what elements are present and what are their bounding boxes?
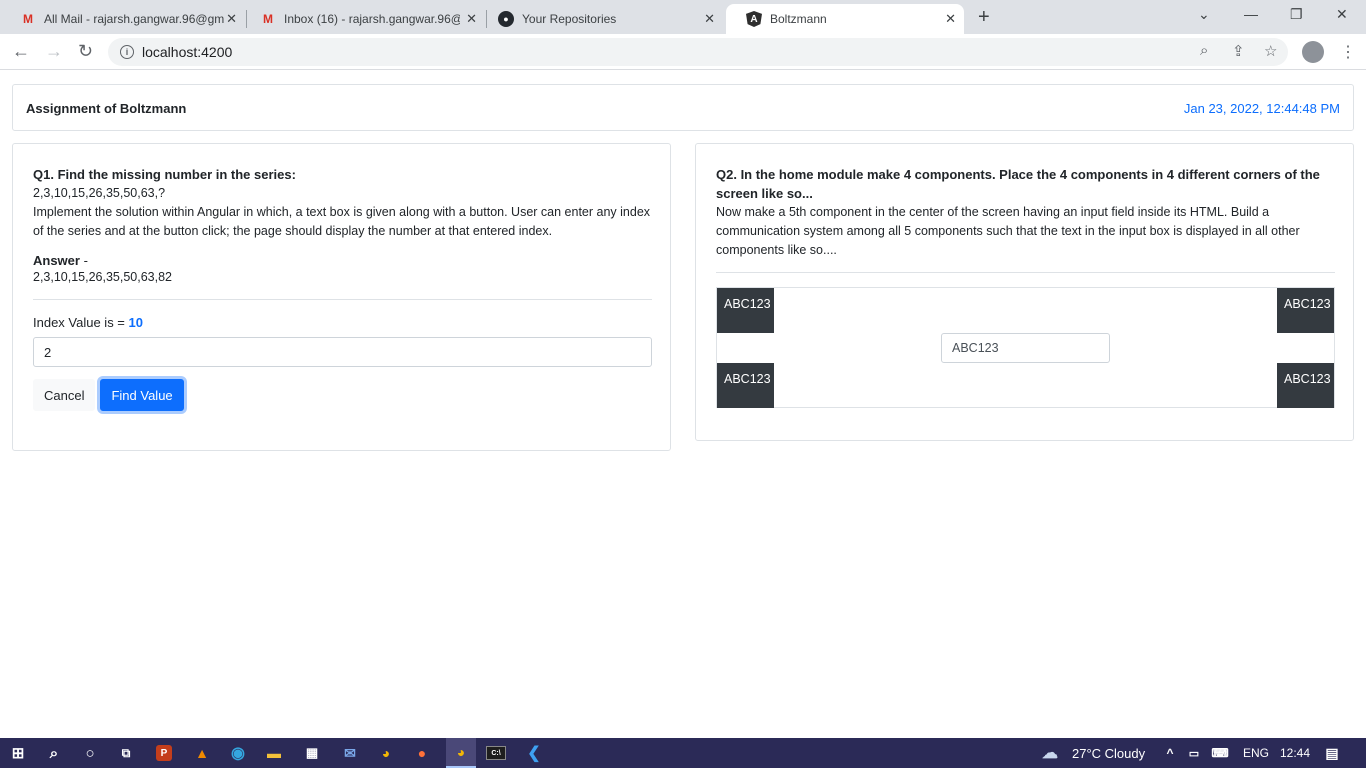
browser-toolbar: ← → ↻ i localhost:4200 ⌕ ⇪ ☆ ⋮: [0, 34, 1366, 70]
corner-top-left: ABC123: [717, 288, 774, 333]
divider: [716, 272, 1335, 273]
current-datetime: Jan 23, 2022, 12:44:48 PM: [1183, 101, 1340, 116]
answer-series: 2,3,10,15,26,35,50,63,82: [33, 270, 173, 284]
q1-series: 2,3,10,15,26,35,50,63,?: [33, 186, 166, 200]
components-demo: ABC123 ABC123 ABC123 ABC123 ABC123: [716, 287, 1335, 408]
restore-button[interactable]: ❐: [1290, 6, 1303, 23]
store-icon[interactable]: ▦: [302, 743, 322, 763]
q1-description: Implement the solution within Angular in…: [33, 205, 651, 238]
q1-question: Q1. Find the missing number in the serie…: [33, 167, 296, 182]
close-window-button[interactable]: ✕: [1336, 6, 1348, 23]
divider: [33, 299, 652, 300]
gmail-icon: M: [23, 12, 33, 26]
network-icon[interactable]: ▭: [1184, 743, 1204, 763]
address-bar[interactable]: i localhost:4200: [108, 38, 1288, 66]
task-view-icon[interactable]: ⧉: [116, 743, 136, 763]
answer-dash: -: [79, 253, 88, 268]
keyboard-icon[interactable]: ⌨: [1210, 743, 1230, 763]
tab-inbox[interactable]: M Inbox (16) - rajarsh.gangwar.96@ ✕: [240, 4, 485, 34]
index-value: 10: [128, 315, 143, 330]
q2-description: Now make a 5th component in the center o…: [716, 205, 1300, 257]
search-icon[interactable]: ⌕: [44, 743, 64, 763]
info-icon[interactable]: i: [120, 45, 134, 59]
mail-icon[interactable]: ✉: [340, 743, 360, 763]
tab-title: Your Repositories: [522, 12, 617, 26]
cortana-icon[interactable]: ○: [80, 743, 100, 763]
github-icon: ●: [498, 11, 514, 27]
tab-all-mail[interactable]: M All Mail - rajarsh.gangwar.96@gm ✕: [0, 4, 245, 34]
back-icon[interactable]: ←: [12, 41, 30, 62]
header-card: Assignment of Boltzmann Jan 23, 2022, 12…: [12, 84, 1354, 131]
tab-title: Inbox (16) - rajarsh.gangwar.96@: [284, 12, 460, 26]
close-icon[interactable]: ✕: [704, 11, 715, 27]
chrome-icon[interactable]: ◕: [376, 743, 396, 763]
tab-title: Boltzmann: [770, 12, 827, 26]
tab-repositories[interactable]: ● Your Repositories ✕: [478, 4, 723, 34]
notification-icon[interactable]: ▤: [1322, 743, 1342, 763]
center-input[interactable]: ABC123: [941, 333, 1110, 363]
corner-bottom-right: ABC123: [1277, 363, 1334, 408]
page-title: Assignment of Boltzmann: [26, 101, 187, 116]
center-input-value: ABC123: [952, 341, 999, 355]
index-result: Index Value is = 10: [33, 315, 652, 330]
weather-text[interactable]: 27°C Cloudy: [1072, 746, 1145, 761]
windows-start-icon[interactable]: ⊞: [8, 743, 28, 763]
answer-label: Answer: [33, 253, 80, 268]
corner-top-right: ABC123: [1277, 288, 1334, 333]
tab-search-icon[interactable]: ⌄: [1198, 6, 1210, 23]
index-input[interactable]: 2: [33, 337, 652, 367]
gmail-icon: M: [263, 12, 273, 26]
share-icon[interactable]: ⇪: [1232, 42, 1245, 60]
tab-boltzmann[interactable]: A Boltzmann ✕: [726, 4, 964, 34]
chrome-active-icon[interactable]: ◕: [446, 738, 476, 768]
forward-icon[interactable]: →: [45, 41, 63, 62]
q2-question: Q2. In the home module make 4 components…: [716, 167, 1320, 201]
language-indicator[interactable]: ENG: [1243, 746, 1269, 760]
index-label: Index Value is =: [33, 315, 129, 330]
menu-icon[interactable]: ⋮: [1340, 42, 1356, 62]
vscode-icon[interactable]: ❮: [524, 743, 544, 763]
taskbar: ⊞ ⌕ ○ ⧉ P ▲ ◉ ▬ ▦ ✉ ◕ ● ◕ C:\ ❮ ☁ 27°C C…: [0, 738, 1366, 768]
tab-strip: M All Mail - rajarsh.gangwar.96@gm ✕ M I…: [0, 0, 1366, 34]
vlc-icon[interactable]: ▲: [192, 743, 212, 763]
powerpoint-icon[interactable]: P: [156, 745, 172, 761]
tab-title: All Mail - rajarsh.gangwar.96@gm: [44, 12, 224, 26]
profile-avatar[interactable]: [1302, 41, 1324, 63]
cancel-button[interactable]: Cancel: [33, 379, 96, 411]
index-input-value: 2: [44, 344, 52, 360]
clock-time[interactable]: 12:44: [1280, 746, 1310, 760]
answer-heading: Answer -: [33, 253, 652, 268]
cloudy-weather-icon[interactable]: ☁: [1040, 743, 1060, 763]
close-icon[interactable]: ✕: [466, 11, 477, 27]
reload-icon[interactable]: ↻: [78, 41, 93, 62]
q1-card: Q1. Find the missing number in the serie…: [12, 143, 671, 451]
bookmark-star-icon[interactable]: ☆: [1264, 42, 1277, 60]
close-icon[interactable]: ✕: [226, 11, 237, 27]
firefox-icon[interactable]: ●: [412, 743, 432, 763]
url-text: localhost:4200: [142, 44, 233, 60]
q2-card: Q2. In the home module make 4 components…: [695, 143, 1354, 441]
find-value-button[interactable]: Find Value: [100, 379, 184, 411]
chevron-up-icon[interactable]: ^: [1160, 743, 1180, 763]
new-tab-button[interactable]: +: [978, 6, 990, 29]
zoom-icon[interactable]: ⌕: [1200, 42, 1208, 59]
angular-icon: A: [746, 11, 762, 27]
edge-icon[interactable]: ◉: [228, 743, 248, 763]
close-icon[interactable]: ✕: [945, 11, 956, 27]
corner-bottom-left: ABC123: [717, 363, 774, 408]
terminal-icon[interactable]: C:\: [486, 746, 506, 760]
minimize-button[interactable]: —: [1244, 6, 1258, 22]
file-explorer-icon[interactable]: ▬: [264, 743, 284, 763]
